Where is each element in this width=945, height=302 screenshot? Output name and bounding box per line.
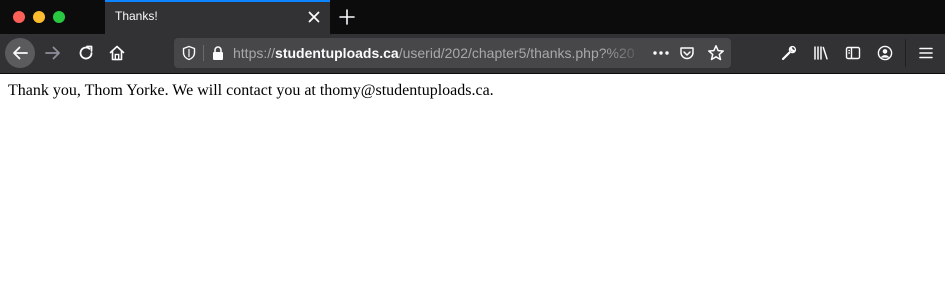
wrench-icon[interactable]	[781, 45, 797, 61]
reload-icon	[77, 44, 95, 62]
address-bar-separator	[203, 45, 204, 61]
tab-strip: Thanks!	[0, 0, 945, 34]
back-arrow-icon	[11, 44, 29, 62]
pocket-icon[interactable]	[679, 45, 695, 61]
shield-icon[interactable]	[181, 45, 197, 61]
tab-title: Thanks!	[115, 9, 158, 23]
navigation-toolbar: https://studentuploads.ca/userid/202/cha…	[0, 34, 945, 73]
account-icon[interactable]	[877, 45, 893, 61]
back-button[interactable]	[5, 38, 35, 68]
browser-window: Thanks! https://studentuploads.ca/userid…	[0, 0, 945, 302]
url-scheme: https://	[233, 45, 276, 61]
toolbar-divider	[905, 39, 906, 67]
thank-you-message: Thank you, Thom Yorke. We will contact y…	[8, 82, 494, 99]
star-icon[interactable]	[707, 44, 725, 62]
more-dots-icon[interactable]	[652, 45, 670, 61]
home-icon	[108, 44, 126, 62]
url-host: studentuploads.ca	[275, 45, 399, 61]
address-bar-url[interactable]: https://studentuploads.ca/userid/202/cha…	[233, 45, 639, 61]
page-content: Thank you, Thom Yorke. We will contact y…	[0, 74, 945, 302]
forward-arrow-icon	[44, 44, 62, 62]
home-button[interactable]	[102, 38, 132, 68]
close-icon[interactable]	[306, 9, 322, 25]
tab-active[interactable]: Thanks!	[105, 0, 330, 34]
url-path: /userid/202/chapter5/thanks.php?%20	[398, 45, 635, 61]
tab-active-indicator	[105, 0, 330, 2]
reload-button[interactable]	[71, 38, 101, 68]
address-bar[interactable]: https://studentuploads.ca/userid/202/cha…	[174, 38, 731, 68]
url-fade-overlay	[604, 40, 644, 66]
plus-icon[interactable]	[338, 8, 356, 26]
hamburger-menu-icon[interactable]	[918, 45, 934, 61]
window-zoom-button[interactable]	[53, 11, 65, 23]
window-close-button[interactable]	[13, 11, 25, 23]
lock-icon[interactable]	[210, 45, 226, 61]
forward-button[interactable]	[38, 38, 68, 68]
sidebar-icon[interactable]	[845, 45, 861, 61]
window-minimize-button[interactable]	[33, 11, 45, 23]
library-icon[interactable]	[813, 45, 829, 61]
